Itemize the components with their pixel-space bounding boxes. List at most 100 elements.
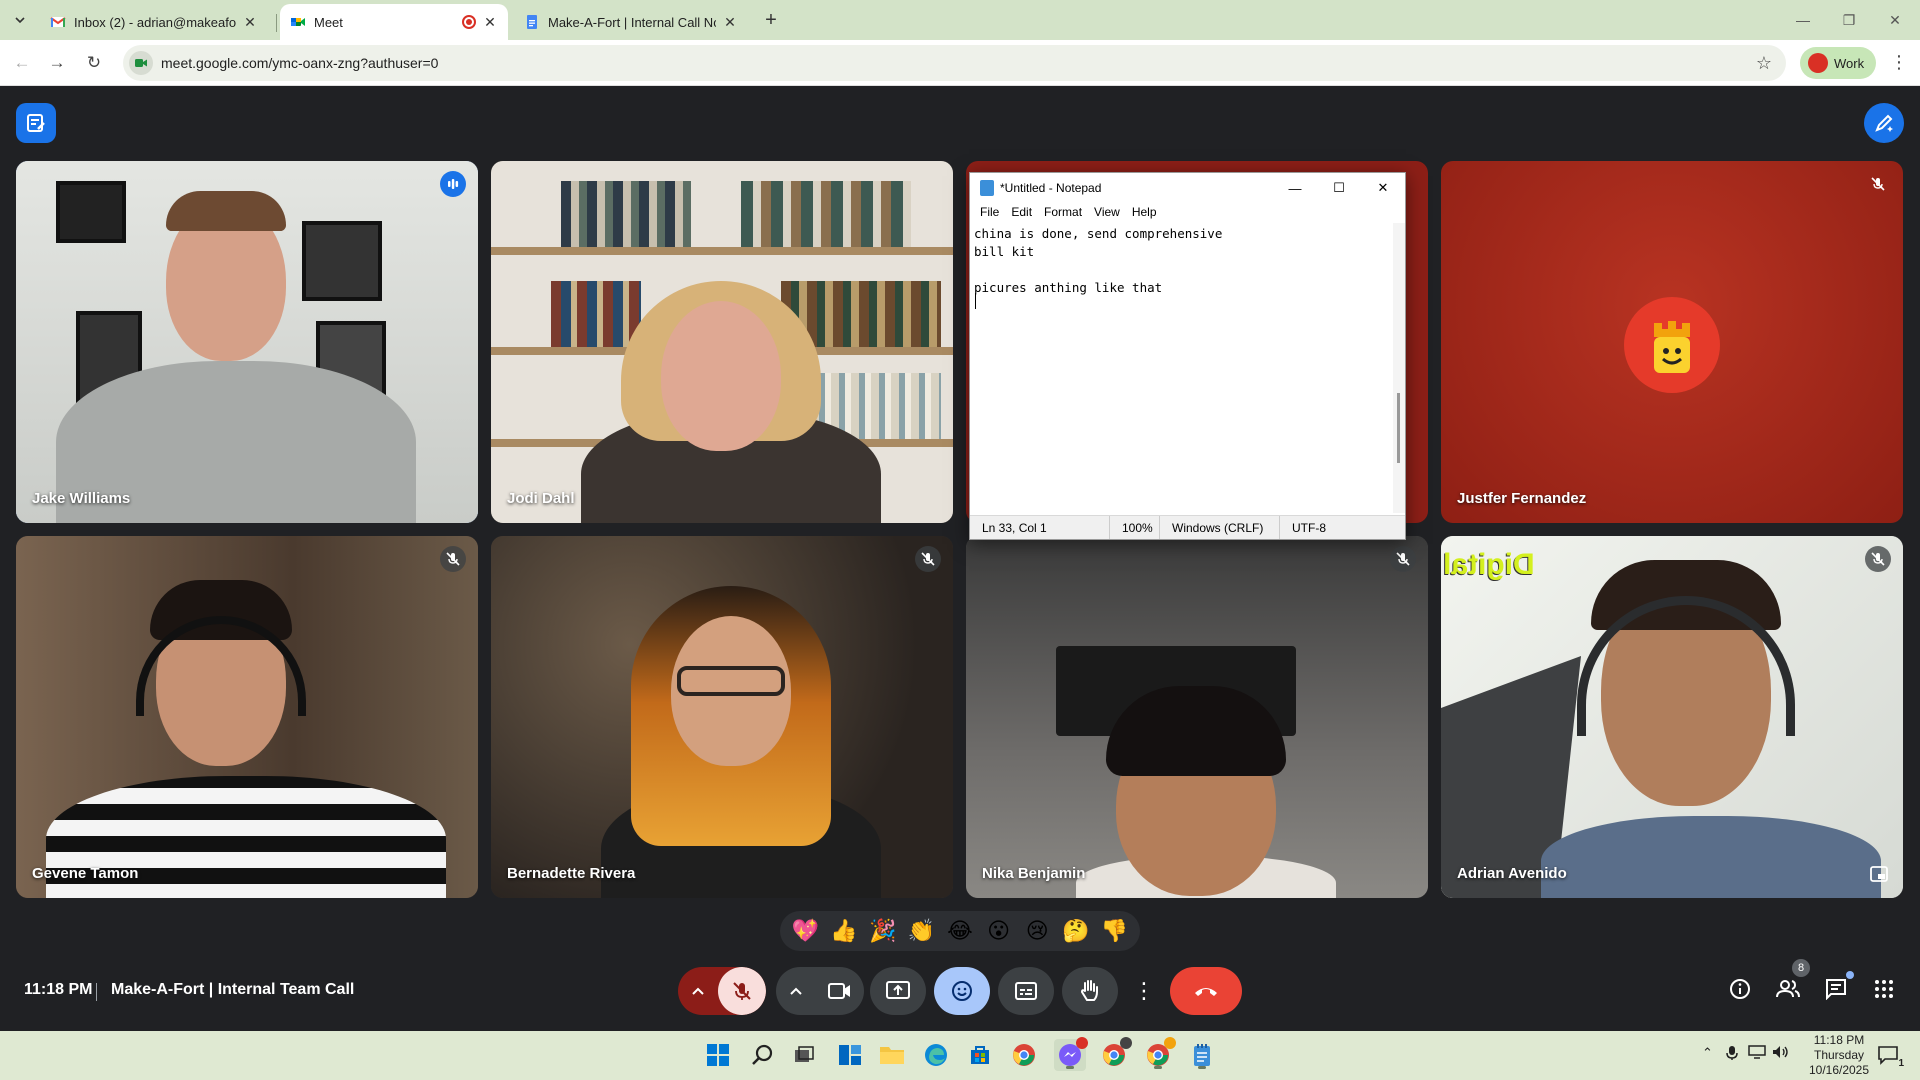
notepad-minimize-button[interactable]: —	[1273, 173, 1317, 203]
tab-meet[interactable]: Meet ✕	[280, 4, 508, 40]
menu-view[interactable]: View	[1088, 203, 1126, 223]
captions-button[interactable]	[998, 967, 1054, 1015]
videocam-icon	[828, 983, 850, 999]
new-tab-button[interactable]: +	[758, 8, 784, 34]
video-settings-button[interactable]	[776, 967, 816, 1015]
menu-format[interactable]: Format	[1038, 203, 1088, 223]
more-options-button[interactable]: ⋮	[1128, 967, 1160, 1015]
widgets-button[interactable]	[834, 1039, 866, 1071]
reaction-sparkling-heart[interactable]: 💖	[789, 915, 821, 947]
speaking-indicator	[440, 171, 466, 197]
toggle-microphone-button[interactable]	[718, 967, 766, 1015]
running-indicator	[1154, 1066, 1162, 1069]
bookmark-star-icon[interactable]: ☆	[1756, 53, 1772, 74]
reaction-laughing[interactable]: 😂	[944, 915, 976, 947]
tab-inbox[interactable]: Inbox (2) - adrian@makeafort.fun ✕	[40, 4, 268, 40]
participant-tile-gevene-tamon[interactable]: Gevene Tamon	[16, 536, 478, 898]
reaction-thinking[interactable]: 🤔	[1060, 915, 1092, 947]
volume-tray-icon[interactable]	[1772, 1045, 1790, 1062]
reaction-clapping[interactable]: 👏	[905, 915, 937, 947]
chrome-work-button[interactable]	[1142, 1037, 1176, 1071]
restore-icon: ❐	[1842, 11, 1856, 28]
books	[561, 181, 691, 247]
raise-hand-button[interactable]	[1062, 967, 1118, 1015]
notepad-window[interactable]: *Untitled - Notepad — ☐ ✕ File Edit Form…	[969, 172, 1406, 540]
reload-button[interactable]: ↻	[80, 49, 108, 77]
meeting-clock: 11:18 PM	[24, 981, 93, 998]
forward-button[interactable]: →	[43, 49, 71, 77]
notes-edit-icon	[27, 114, 45, 132]
edge-button[interactable]	[920, 1039, 952, 1071]
chat-button[interactable]	[1816, 969, 1856, 1009]
notepad-close-button[interactable]: ✕	[1361, 173, 1405, 203]
chrome-profile-button[interactable]	[1098, 1037, 1132, 1071]
profile-button[interactable]: Work	[1800, 47, 1876, 79]
meeting-tools-button[interactable]	[16, 103, 56, 143]
reaction-crying[interactable]: 😢	[1021, 915, 1053, 947]
audio-settings-button[interactable]	[678, 967, 718, 1015]
chrome-button[interactable]	[1008, 1039, 1040, 1071]
search-button[interactable]	[746, 1039, 778, 1071]
people-button[interactable]: 8	[1768, 959, 1810, 1009]
reload-icon: ↻	[86, 53, 102, 72]
avatar	[1808, 53, 1828, 73]
activities-button[interactable]	[1864, 969, 1904, 1009]
present-screen-button[interactable]	[870, 967, 926, 1015]
address-bar[interactable]: meet.google.com/ymc-oanx-zng?authuser=0 …	[123, 45, 1786, 81]
participant-tile-bernadette-rivera[interactable]: Bernadette Rivera	[491, 536, 953, 898]
file-explorer-button[interactable]	[876, 1039, 908, 1071]
take-notes-button[interactable]	[1864, 103, 1904, 143]
microphone-tray-icon[interactable]	[1726, 1045, 1738, 1064]
notepad-titlebar[interactable]: *Untitled - Notepad — ☐ ✕	[970, 173, 1405, 203]
scrollbar-thumb[interactable]	[1397, 393, 1400, 463]
reaction-party-popper[interactable]: 🎉	[867, 915, 899, 947]
menu-file[interactable]: File	[974, 203, 1005, 223]
participant-tile-nika-benjamin[interactable]: Nika Benjamin	[966, 536, 1428, 898]
close-tab-icon[interactable]: ✕	[242, 14, 258, 30]
tab-search-button[interactable]	[8, 8, 32, 32]
restore-window-button[interactable]: ❐	[1826, 0, 1872, 40]
notepad-taskbar-button[interactable]	[1186, 1039, 1218, 1071]
tab-notes-doc[interactable]: Make-A-Fort | Internal Call Notes ✕	[514, 4, 748, 40]
notification-center-button[interactable]: 1	[1872, 1039, 1904, 1071]
network-tray-icon[interactable]	[1748, 1045, 1766, 1062]
participant-count-badge: 8	[1792, 959, 1810, 977]
pin-self-view-button[interactable]	[1867, 862, 1891, 886]
meeting-details-button[interactable]	[1720, 969, 1760, 1009]
reaction-thumbs-down[interactable]: 👎	[1099, 915, 1131, 947]
taskbar-clock[interactable]: 11:18 PM Thursday 10/16/2025	[1800, 1033, 1878, 1078]
reaction-surprised[interactable]: 😮	[983, 915, 1015, 947]
meeting-title: Make-A-Fort | Internal Team Call	[111, 981, 355, 998]
minimize-icon: —	[1796, 12, 1810, 28]
participant-tile-jodi-dahl[interactable]: Jodi Dahl	[491, 161, 953, 523]
start-button[interactable]	[702, 1039, 734, 1071]
emoji-icon	[952, 981, 972, 1001]
store-button[interactable]	[964, 1039, 996, 1071]
show-hidden-icons-button[interactable]: ⌃	[1702, 1045, 1713, 1061]
notepad-text-area[interactable]: china is done, send comprehensive bill k…	[970, 223, 1390, 513]
site-info-button[interactable]	[129, 51, 153, 75]
person-body	[1541, 816, 1881, 898]
send-reaction-button[interactable]	[934, 967, 990, 1015]
browser-menu-icon[interactable]: ⋮	[1890, 52, 1908, 73]
menu-help[interactable]: Help	[1126, 203, 1163, 223]
notepad-maximize-button[interactable]: ☐	[1317, 173, 1361, 203]
tab-divider	[276, 14, 277, 32]
messenger-button[interactable]	[1054, 1037, 1088, 1071]
back-button[interactable]: ←	[8, 49, 36, 77]
task-view-button[interactable]	[788, 1039, 820, 1071]
reaction-thumbs-up[interactable]: 👍	[828, 915, 860, 947]
toggle-camera-button[interactable]	[816, 967, 864, 1015]
leave-call-button[interactable]	[1170, 967, 1242, 1015]
call-end-icon	[1195, 988, 1217, 996]
close-tab-icon[interactable]: ✕	[482, 14, 498, 30]
close-tab-icon[interactable]: ✕	[722, 14, 738, 30]
menu-edit[interactable]: Edit	[1005, 203, 1038, 223]
close-window-button[interactable]: ✕	[1872, 0, 1918, 40]
minimize-window-button[interactable]: —	[1780, 0, 1826, 40]
notepad-icon	[1194, 1044, 1210, 1066]
participant-tile-jake-williams[interactable]: Jake Williams	[16, 161, 478, 523]
participant-tile-adrian-avenido[interactable]: Digital Adrian Avenido	[1441, 536, 1903, 898]
participant-tile-justfer-fernandez[interactable]: Justfer Fernandez	[1441, 161, 1903, 523]
notepad-scrollbar[interactable]	[1393, 223, 1405, 513]
